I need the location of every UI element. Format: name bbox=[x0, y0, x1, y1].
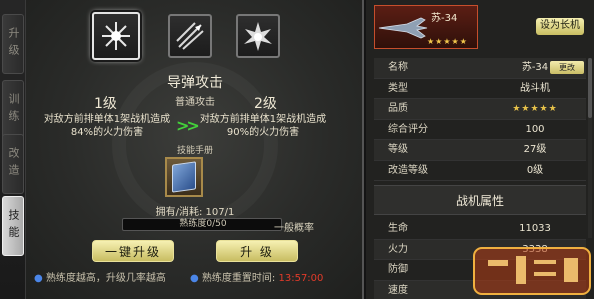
reset-time-value: 13:57:00 bbox=[278, 273, 324, 284]
plane-card[interactable]: 苏-34 ★★★★★ bbox=[374, 5, 478, 49]
set-leader-button[interactable]: 设为长机 bbox=[536, 18, 584, 35]
info-dot-icon: ● bbox=[34, 273, 43, 284]
manual-book-icon bbox=[172, 161, 196, 193]
stat-key: 类型 bbox=[388, 82, 408, 94]
stat-value: 100 bbox=[525, 123, 545, 135]
stat-row-quality: 品质 ★★★★★ bbox=[374, 99, 586, 120]
stat-value: 27级 bbox=[523, 144, 547, 155]
proficiency-bar: 熟练度0/50 bbox=[122, 218, 282, 231]
stats-scrollbar[interactable] bbox=[588, 58, 592, 238]
skill-slot-missile[interactable] bbox=[92, 12, 140, 60]
proficiency-hint-text: 熟练度越高，升级几率越高 bbox=[45, 273, 166, 284]
skill-panel: 导弹攻击 普通攻击 1级 2级 对敌方前排单体1架战机造成84%的火力伤害 >>… bbox=[26, 0, 364, 299]
stat-value: 0级 bbox=[526, 164, 544, 176]
watermark-logo bbox=[473, 247, 591, 295]
plane-stars: ★★★★★ bbox=[427, 37, 468, 46]
reset-time-hint: ● 熟练度重置时间: 13:57:00 bbox=[190, 269, 323, 284]
missile-attack-icon bbox=[102, 22, 130, 50]
skill-type: 普通攻击 bbox=[175, 97, 215, 108]
stat-row-name: 名称 苏-34 更改 bbox=[374, 58, 586, 79]
proficiency-hint: ● 熟练度越高，升级几率越高 bbox=[34, 269, 166, 284]
stat-key: 等级 bbox=[388, 144, 408, 155]
next-level: 2级 bbox=[254, 96, 277, 112]
next-level-desc: 对敌方前排单体1架战机造成90%的火力伤害 bbox=[199, 114, 327, 138]
skill-slot-burst[interactable] bbox=[236, 14, 280, 58]
attr-row-hp: 生命 11033 bbox=[374, 219, 586, 240]
rename-button[interactable]: 更改 bbox=[550, 61, 584, 74]
stat-key: 改造等级 bbox=[388, 164, 428, 176]
attr-key: 速度 bbox=[388, 284, 408, 296]
attributes-header: 战机属性 bbox=[374, 185, 586, 215]
reset-time-label: 熟练度重置时间: bbox=[201, 273, 276, 284]
attr-key: 生命 bbox=[388, 223, 408, 234]
proficiency-text: 熟练度0/50 bbox=[179, 219, 227, 229]
manual-label: 技能手册 bbox=[176, 146, 213, 156]
attr-key: 防御 bbox=[388, 264, 408, 275]
scroll-thumb[interactable] bbox=[588, 58, 592, 118]
tab-upgrade[interactable]: 升级 bbox=[2, 14, 24, 74]
tab-modify[interactable]: 改造 bbox=[2, 134, 24, 194]
stat-row-modify-level: 改造等级 0级 bbox=[374, 161, 586, 181]
stat-row-score: 综合评分 100 bbox=[374, 120, 586, 140]
attr-key: 火力 bbox=[388, 243, 408, 255]
tab-skills[interactable]: 技能 bbox=[2, 196, 24, 256]
manual-own-value: 107/1 bbox=[205, 207, 235, 218]
skill-title: 导弹攻击 bbox=[167, 75, 223, 91]
current-level-desc: 对敌方前排单体1架战机造成84%的火力伤害 bbox=[43, 114, 171, 138]
stat-row-type: 类型 战斗机 bbox=[374, 79, 586, 99]
stat-key: 名称 bbox=[388, 62, 408, 73]
probability-label: 一般概率 bbox=[274, 223, 314, 234]
quality-stars: ★★★★★ bbox=[512, 104, 558, 114]
tab-strip: 升级 训练 改造 技能 bbox=[0, 0, 26, 299]
attr-value: 11033 bbox=[519, 223, 551, 234]
current-level: 1级 bbox=[94, 96, 117, 112]
plane-name: 苏-34 bbox=[431, 13, 458, 24]
rocket-icon bbox=[176, 22, 204, 50]
stat-key: 综合评分 bbox=[388, 123, 428, 135]
fighter-jet-icon bbox=[378, 17, 428, 39]
stat-value: 战斗机 bbox=[520, 82, 550, 94]
burst-icon bbox=[244, 22, 272, 51]
upgrade-arrow-icon: >> bbox=[176, 116, 200, 135]
skill-manual-item bbox=[165, 157, 203, 197]
stat-row-level: 等级 27级 bbox=[374, 140, 586, 161]
info-dot-icon: ● bbox=[190, 273, 199, 284]
upgrade-button[interactable]: 升 级 bbox=[216, 240, 298, 262]
manual-count: 拥有/消耗: 107/1 bbox=[26, 203, 364, 218]
one-key-upgrade-button[interactable]: 一键升级 bbox=[92, 240, 174, 262]
stat-key: 品质 bbox=[388, 103, 408, 114]
tab-training[interactable]: 训练 bbox=[2, 80, 24, 140]
skill-slot-rocket[interactable] bbox=[168, 14, 212, 58]
manual-own-label: 拥有/消耗: bbox=[155, 207, 203, 218]
